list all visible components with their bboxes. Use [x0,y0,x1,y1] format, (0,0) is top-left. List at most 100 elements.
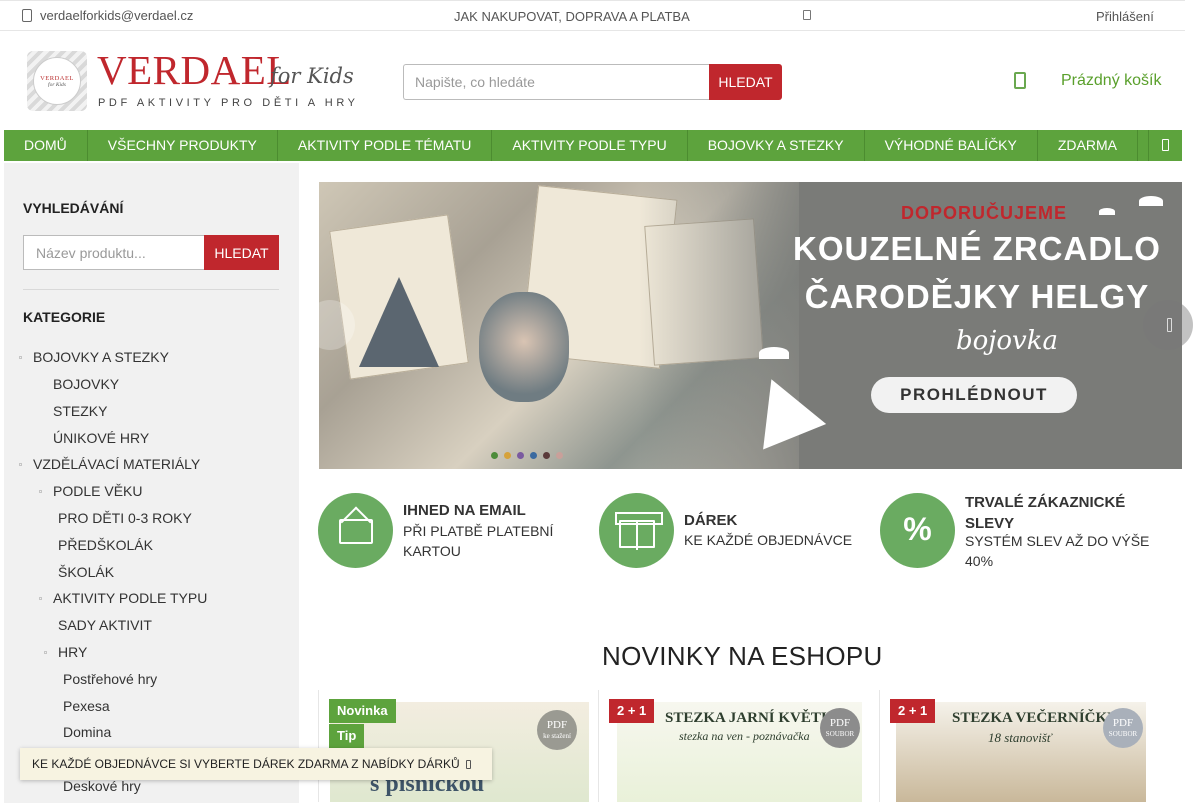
category-label: ŠKOLÁK [58,564,115,580]
category-label: Domina [63,724,112,740]
bullet-icon [39,596,42,600]
category-label: VZDĚLÁVACÍ MATERIÁLY [33,456,201,472]
chevron-right-icon [1167,318,1172,332]
nav-more-button[interactable] [1148,130,1182,161]
benefit-title: DÁREK [684,512,738,529]
slider-dot[interactable] [504,452,511,459]
logo-name[interactable]: VERDAEL [97,50,292,91]
sidebar: VYHLEDÁVÁNÍ HLEDAT KATEGORIE BOJOVKY A S… [4,163,299,803]
product-card[interactable]: STEZKA VEČERNÍČKY 18 stanovišť PDF SOUBOR… [879,690,1161,802]
bat-icon [1139,196,1163,206]
category-item[interactable]: SADY AKTIVIT [58,617,152,633]
slider-prev-button[interactable] [305,300,355,350]
logo-badge-circle: VERDAEL for Kids [33,57,81,105]
category-label: Postřehové hry [63,671,158,687]
bullet-icon [39,489,42,493]
header-search-button[interactable]: HLEDAT [709,64,782,100]
category-item[interactable]: Deskové hry [63,778,141,794]
category-item[interactable]: PRO DĚTI 0-3 ROKY [58,510,192,526]
category-item[interactable]: BOJOVKY A STEZKY [19,349,169,365]
category-label: AKTIVITY PODLE TYPU [53,590,208,606]
envelope-icon [339,519,373,544]
dropdown-toggle-icon[interactable] [803,10,811,20]
bullet-icon [19,462,22,466]
product-title: STEZKA VEČERNÍČKY [952,710,1119,726]
menu-toggle-icon [1162,139,1169,151]
pdf-sub: SOUBOR [825,730,855,738]
category-label: BOJOVKY [53,376,120,392]
category-label: Pexesa [63,698,110,714]
nav-item-home[interactable]: DOMŮ [4,130,88,161]
sidebar-search-input[interactable] [23,235,204,270]
banner-title-line2: ČARODĚJKY HELGY [804,278,1150,315]
nav-item-bundles[interactable]: VÝHODNÉ BALÍČKY [865,130,1038,161]
pdf-label: PDF [546,719,568,731]
flag-tip: Tip [329,724,365,748]
category-item[interactable]: Postřehové hry [63,671,157,687]
benefit-icon-circle: % [880,493,955,568]
flag-new: Novinka [329,699,396,723]
banner-subtitle: bojovka [956,326,1058,356]
category-label: STEZKY [53,403,108,419]
benefit-gift: DÁREK KE KAŽDÉ OBJEDNÁVCE [599,493,869,569]
slider-dot[interactable] [491,452,498,459]
product-card[interactable]: STEZKA JARNÍ KVĚTINY stezka na ven - poz… [598,690,880,802]
email-link[interactable]: verdaelforkids@verdael.cz [22,8,193,23]
benefit-email: IHNED NA EMAIL PŘI PLATBĚ PLATEBNÍ KARTO… [318,493,588,569]
benefit-discounts: % TRVALÉ ZÁKAZNICKÉ SLEVY SYSTÉM SLEV AŽ… [880,493,1170,569]
nav-item-by-type[interactable]: AKTIVITY PODLE TYPU [492,130,688,161]
category-label: PODLE VĚKU [53,483,143,499]
category-item[interactable]: Domina [63,724,111,740]
slider-dot[interactable] [556,452,563,459]
category-item[interactable]: PODLE VĚKU [39,483,142,499]
nav-item-all-products[interactable]: VŠECHNY PRODUKTY [88,130,278,161]
category-item[interactable]: STEZKY [53,403,107,419]
logo-suffix: for Kids [270,64,354,88]
nav-item-free[interactable]: ZDARMA [1038,130,1138,161]
slider-dot[interactable] [517,452,524,459]
pdf-badge: PDF SOUBOR [820,708,860,748]
gift-icon [615,512,663,550]
category-item[interactable]: VZDĚLÁVACÍ MATERIÁLY [19,456,200,472]
benefit-text: SYSTÉM SLEV AŽ DO VÝŠE 40% [965,533,1150,569]
banner-cta-button[interactable]: PROHLÉDNOUT [871,377,1077,413]
slider-dot[interactable] [530,452,537,459]
slider-dots[interactable] [491,452,563,459]
pdf-badge: PDF ke stažení [537,710,577,750]
shop-info-link[interactable]: JAK NAKUPOVAT, DOPRAVA A PLATBA [454,9,690,24]
percent-icon: % [903,511,932,547]
product-card[interactable]: PDFke stažení ou s písničkou Novinka Tip [318,690,600,802]
header-search-input[interactable] [403,64,709,100]
category-item[interactable]: PŘEDŠKOLÁK [58,537,153,553]
slider-dot[interactable] [543,452,550,459]
sidebar-search-button[interactable]: HLEDAT [204,235,279,270]
category-item[interactable]: Pexesa [63,698,110,714]
category-item[interactable]: ŠKOLÁK [58,564,114,580]
sidebar-search-heading: VYHLEDÁVÁNÍ [23,200,124,216]
hero-slider[interactable]: DOPORUČUJEME KOUZELNÉ ZRCADLO ČARODĚJKY … [319,182,1182,469]
category-item[interactable]: AKTIVITY PODLE TYPU [39,590,207,606]
login-link[interactable]: Přihlášení [1096,9,1154,24]
banner-kicker: DOPORUČUJEME [901,203,1068,223]
bat-icon [759,347,789,359]
nav-item-by-theme[interactable]: AKTIVITY PODLE TÉMATU [278,130,493,161]
slider-next-button[interactable] [1143,300,1193,350]
close-icon[interactable] [466,760,471,769]
pdf-badge: PDF SOUBOR [1103,708,1143,748]
cart-label[interactable]: Prázdný košík [1061,72,1161,90]
category-item[interactable]: BOJOVKY [53,376,119,392]
benefit-title: IHNED NA EMAIL [403,502,526,519]
flag-deal: 2 + 1 [890,699,936,723]
cart[interactable]: Prázdný košík [1014,72,1161,89]
logo-badge-sub: for Kids [48,82,66,88]
nav-item-bojovky[interactable]: BOJOVKY A STEZKY [688,130,865,161]
category-item[interactable]: ÚNIKOVÉ HRY [53,430,149,446]
category-label: PRO DĚTI 0-3 ROKY [58,510,192,526]
category-item[interactable]: HRY [44,644,87,660]
product-subtitle: 18 stanovišť [988,730,1052,745]
category-label: ÚNIKOVÉ HRY [53,430,150,446]
gift-notice-bar[interactable]: KE KAŽDÉ OBJEDNÁVCE SI VYBERTE DÁREK ZDA… [20,748,492,780]
logo-badge[interactable]: VERDAEL for Kids [27,51,87,111]
bullet-icon [44,650,47,654]
categories-heading: KATEGORIE [23,309,106,325]
